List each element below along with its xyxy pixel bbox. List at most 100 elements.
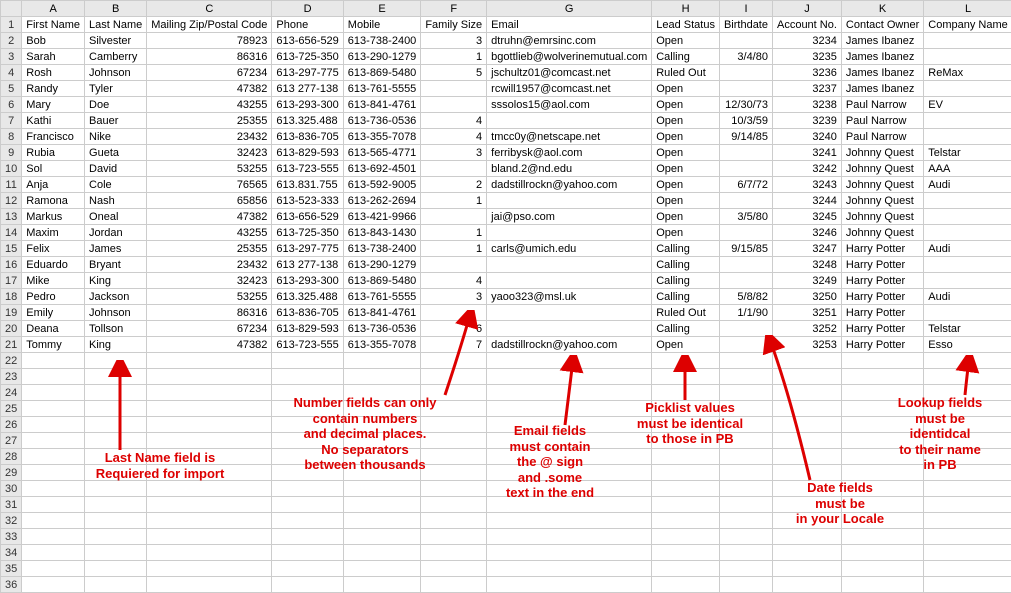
cell[interactable]: 613.325.488 bbox=[272, 113, 343, 129]
cell[interactable] bbox=[841, 465, 923, 481]
cell[interactable] bbox=[924, 305, 1011, 321]
cell[interactable] bbox=[772, 401, 841, 417]
cell[interactable]: dadstillrockn@yahoo.com bbox=[487, 177, 652, 193]
cell[interactable]: Sarah bbox=[22, 49, 85, 65]
cell[interactable]: 613.831.755 bbox=[272, 177, 343, 193]
cell[interactable]: Lead Status bbox=[652, 17, 720, 33]
cell[interactable]: David bbox=[85, 161, 147, 177]
cell[interactable] bbox=[841, 529, 923, 545]
cell[interactable]: Company Name bbox=[924, 17, 1011, 33]
cell[interactable] bbox=[719, 65, 772, 81]
cell[interactable]: Open bbox=[652, 129, 720, 145]
cell[interactable] bbox=[772, 369, 841, 385]
cell[interactable] bbox=[22, 481, 85, 497]
cell[interactable] bbox=[487, 369, 652, 385]
cell[interactable]: Harry Potter bbox=[841, 321, 923, 337]
cell[interactable]: 3239 bbox=[772, 113, 841, 129]
cell[interactable]: 3244 bbox=[772, 193, 841, 209]
cell[interactable] bbox=[343, 353, 421, 369]
cell[interactable]: Mailing Zip/Postal Code bbox=[147, 17, 272, 33]
cell[interactable]: jschultz01@comcast.net bbox=[487, 65, 652, 81]
cell[interactable] bbox=[343, 465, 421, 481]
cell[interactable] bbox=[487, 497, 652, 513]
cell[interactable] bbox=[652, 385, 720, 401]
cell[interactable] bbox=[147, 417, 272, 433]
cell[interactable] bbox=[841, 449, 923, 465]
cell[interactable]: 613 277-138 bbox=[272, 257, 343, 273]
cell[interactable]: 3253 bbox=[772, 337, 841, 353]
cell[interactable] bbox=[924, 385, 1011, 401]
cell[interactable]: sssolos15@aol.com bbox=[487, 97, 652, 113]
cell[interactable] bbox=[772, 545, 841, 561]
cell[interactable]: Open bbox=[652, 81, 720, 97]
cell[interactable]: Harry Potter bbox=[841, 337, 923, 353]
cell[interactable] bbox=[487, 225, 652, 241]
cell[interactable] bbox=[924, 33, 1011, 49]
cell[interactable]: Pedro bbox=[22, 289, 85, 305]
cell[interactable]: Felix bbox=[22, 241, 85, 257]
cell[interactable] bbox=[924, 113, 1011, 129]
cell[interactable]: Anja bbox=[22, 177, 85, 193]
cell[interactable]: Open bbox=[652, 113, 720, 129]
cell[interactable]: Jackson bbox=[85, 289, 147, 305]
cell[interactable]: 23432 bbox=[147, 257, 272, 273]
cell[interactable] bbox=[272, 529, 343, 545]
cell[interactable] bbox=[924, 481, 1011, 497]
cell[interactable]: 43255 bbox=[147, 225, 272, 241]
cell[interactable]: Silvester bbox=[85, 33, 147, 49]
cell[interactable] bbox=[22, 433, 85, 449]
col-header-H[interactable]: H bbox=[652, 1, 720, 17]
cell[interactable] bbox=[719, 433, 772, 449]
cell[interactable] bbox=[772, 561, 841, 577]
cell[interactable]: 1 bbox=[421, 225, 487, 241]
cell[interactable] bbox=[421, 369, 487, 385]
cell[interactable]: 613-565-4771 bbox=[343, 145, 421, 161]
cell[interactable]: 3236 bbox=[772, 65, 841, 81]
cell[interactable]: Open bbox=[652, 161, 720, 177]
cell[interactable]: bland.2@nd.edu bbox=[487, 161, 652, 177]
cell[interactable] bbox=[772, 417, 841, 433]
row-number[interactable]: 25 bbox=[1, 401, 22, 417]
cell[interactable]: Open bbox=[652, 193, 720, 209]
row-number[interactable]: 36 bbox=[1, 577, 22, 593]
cell[interactable]: 613-523-333 bbox=[272, 193, 343, 209]
cell[interactable]: 613-723-555 bbox=[272, 337, 343, 353]
cell[interactable]: Family Size bbox=[421, 17, 487, 33]
cell[interactable]: Johnny Quest bbox=[841, 161, 923, 177]
cell[interactable] bbox=[652, 561, 720, 577]
cell[interactable] bbox=[924, 353, 1011, 369]
cell[interactable]: Gueta bbox=[85, 145, 147, 161]
cell[interactable] bbox=[487, 273, 652, 289]
cell[interactable]: 53255 bbox=[147, 161, 272, 177]
cell[interactable] bbox=[841, 353, 923, 369]
cell[interactable]: 32423 bbox=[147, 145, 272, 161]
cell[interactable]: 613-297-775 bbox=[272, 241, 343, 257]
cell[interactable] bbox=[85, 465, 147, 481]
cell[interactable] bbox=[719, 577, 772, 593]
cell[interactable] bbox=[841, 401, 923, 417]
cell[interactable]: 4 bbox=[421, 129, 487, 145]
cell[interactable] bbox=[924, 193, 1011, 209]
cell[interactable] bbox=[487, 353, 652, 369]
cell[interactable] bbox=[22, 529, 85, 545]
cell[interactable] bbox=[147, 385, 272, 401]
row-number[interactable]: 12 bbox=[1, 193, 22, 209]
cell[interactable]: 86316 bbox=[147, 305, 272, 321]
cell[interactable]: 4 bbox=[421, 273, 487, 289]
cell[interactable]: Ruled Out bbox=[652, 65, 720, 81]
cell[interactable]: Esso bbox=[924, 337, 1011, 353]
cell[interactable] bbox=[487, 193, 652, 209]
cell[interactable]: 3248 bbox=[772, 257, 841, 273]
col-header-B[interactable]: B bbox=[85, 1, 147, 17]
cell[interactable]: 613-736-0536 bbox=[343, 113, 421, 129]
cell[interactable] bbox=[85, 369, 147, 385]
cell[interactable]: 613-293-300 bbox=[272, 97, 343, 113]
cell[interactable] bbox=[22, 401, 85, 417]
cell[interactable]: Maxim bbox=[22, 225, 85, 241]
cell[interactable]: 613-725-350 bbox=[272, 49, 343, 65]
cell[interactable] bbox=[22, 561, 85, 577]
cell[interactable] bbox=[22, 513, 85, 529]
cell[interactable]: 3234 bbox=[772, 33, 841, 49]
cell[interactable] bbox=[719, 321, 772, 337]
cell[interactable]: 3238 bbox=[772, 97, 841, 113]
